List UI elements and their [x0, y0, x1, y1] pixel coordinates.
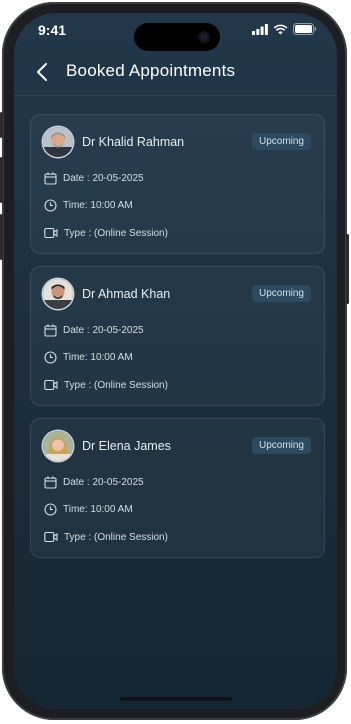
appointment-date: Date : 20-05-2025 [44, 170, 144, 186]
appointment-card[interactable]: Dr Khalid Rahman Upcoming Date : 20-05-2… [30, 114, 325, 254]
screen: 9:41 Booked Appointments Dr Khalid Rahma… [14, 13, 337, 709]
calendar-icon [44, 324, 57, 337]
time-text: Time: 10:00 AM [63, 503, 133, 515]
home-indicator[interactable] [120, 697, 232, 701]
appointment-type: Type : (Online Session) [44, 529, 168, 545]
appointment-type: Type : (Online Session) [44, 225, 168, 241]
clock-icon [44, 198, 57, 212]
doctor-name: Dr Elena James [82, 439, 171, 453]
appointment-date: Date : 20-05-2025 [44, 322, 144, 338]
page-title: Booked Appointments [66, 61, 236, 80]
avatar [43, 279, 73, 309]
status-badge: Upcoming [251, 437, 311, 454]
appointment-type: Type : (Online Session) [44, 377, 168, 393]
avatar [43, 127, 73, 157]
type-text: Type : (Online Session) [64, 531, 168, 543]
status-icons [252, 23, 317, 35]
status-bar: 9:41 [14, 13, 337, 51]
status-badge: Upcoming [251, 133, 311, 150]
calendar-icon [44, 476, 57, 489]
appointment-time: Time: 10:00 AM [44, 501, 133, 517]
appointment-date: Date : 20-05-2025 [44, 474, 144, 490]
appointment-card[interactable]: Dr Ahmad Khan Upcoming Date : 20-05-2025… [30, 266, 325, 406]
doctor-name: Dr Ahmad Khan [82, 287, 171, 301]
status-time: 9:41 [38, 22, 67, 38]
battery-icon [293, 23, 317, 35]
appointment-card[interactable]: Dr Elena James Upcoming Date : 20-05-202… [30, 418, 325, 558]
doctor-name: Dr Khalid Rahman [82, 135, 185, 149]
dynamic-island [134, 23, 220, 51]
volume-up-button [0, 157, 3, 203]
action-button [0, 112, 3, 138]
status-badge: Upcoming [251, 285, 311, 302]
video-icon [44, 227, 58, 239]
avatar [43, 431, 73, 461]
phone-frame: 9:41 Booked Appointments Dr Khalid Rahma… [0, 2, 349, 720]
chevron-left-icon[interactable] [32, 60, 54, 84]
clock-icon [44, 502, 57, 516]
type-text: Type : (Online Session) [64, 379, 168, 391]
volume-down-button [0, 214, 3, 260]
calendar-icon [44, 172, 57, 185]
video-icon [44, 531, 58, 543]
front-camera [198, 31, 210, 43]
video-icon [44, 379, 58, 391]
appointment-time: Time: 10:00 AM [44, 349, 133, 365]
appointment-time: Time: 10:00 AM [44, 197, 133, 213]
clock-icon [44, 350, 57, 364]
date-text: Date : 20-05-2025 [63, 172, 144, 184]
signal-icon [252, 23, 268, 35]
wifi-icon [273, 24, 288, 34]
time-text: Time: 10:00 AM [63, 199, 133, 211]
date-text: Date : 20-05-2025 [63, 476, 144, 488]
time-text: Time: 10:00 AM [63, 351, 133, 363]
power-button [346, 234, 349, 304]
date-text: Date : 20-05-2025 [63, 324, 144, 336]
app-header: Booked Appointments [14, 53, 337, 96]
type-text: Type : (Online Session) [64, 227, 168, 239]
